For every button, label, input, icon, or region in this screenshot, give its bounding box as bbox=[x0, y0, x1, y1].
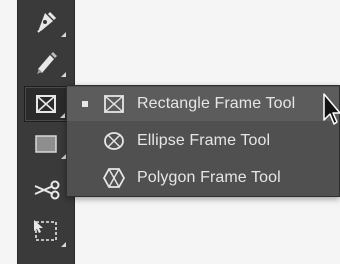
rectangle-frame-icon bbox=[34, 92, 58, 116]
rectangle-frame-tool-button[interactable] bbox=[24, 86, 68, 122]
rectangle-frame-icon bbox=[103, 93, 125, 115]
free-transform-tool-button[interactable] bbox=[24, 214, 68, 250]
pencil-tool-button[interactable] bbox=[24, 44, 68, 80]
polygon-frame-icon bbox=[102, 167, 126, 189]
pencil-icon bbox=[31, 47, 61, 77]
menu-item-rectangle-frame-tool[interactable]: Rectangle Frame Tool bbox=[67, 87, 339, 121]
flyout-indicator-icon bbox=[61, 72, 66, 77]
menu-item-label: Ellipse Frame Tool bbox=[137, 132, 271, 149]
scissors-tool-button[interactable] bbox=[24, 172, 68, 208]
menu-item-label: Rectangle Frame Tool bbox=[137, 95, 296, 112]
flyout-indicator-icon bbox=[60, 113, 65, 118]
pen-tool-button[interactable] bbox=[24, 4, 68, 40]
scissors-icon bbox=[31, 178, 61, 202]
flyout-indicator-icon bbox=[61, 32, 66, 37]
rectangle-icon bbox=[33, 132, 59, 156]
mouse-pointer-icon bbox=[322, 92, 340, 128]
screenshot-stage: Rectangle Frame Tool Ellipse Frame Tool … bbox=[0, 0, 340, 264]
selected-bullet-icon bbox=[82, 101, 88, 107]
rectangle-tool-button[interactable] bbox=[24, 126, 68, 162]
menu-item-label: Polygon Frame Tool bbox=[137, 169, 281, 186]
menu-item-ellipse-frame-tool[interactable]: Ellipse Frame Tool bbox=[67, 124, 339, 158]
flyout-indicator-icon bbox=[61, 242, 66, 247]
ellipse-frame-icon bbox=[103, 130, 125, 152]
pen-icon bbox=[31, 7, 61, 37]
frame-tools-flyout-menu: Rectangle Frame Tool Ellipse Frame Tool … bbox=[66, 85, 340, 197]
free-transform-icon bbox=[31, 218, 61, 246]
menu-item-polygon-frame-tool[interactable]: Polygon Frame Tool bbox=[67, 161, 339, 195]
